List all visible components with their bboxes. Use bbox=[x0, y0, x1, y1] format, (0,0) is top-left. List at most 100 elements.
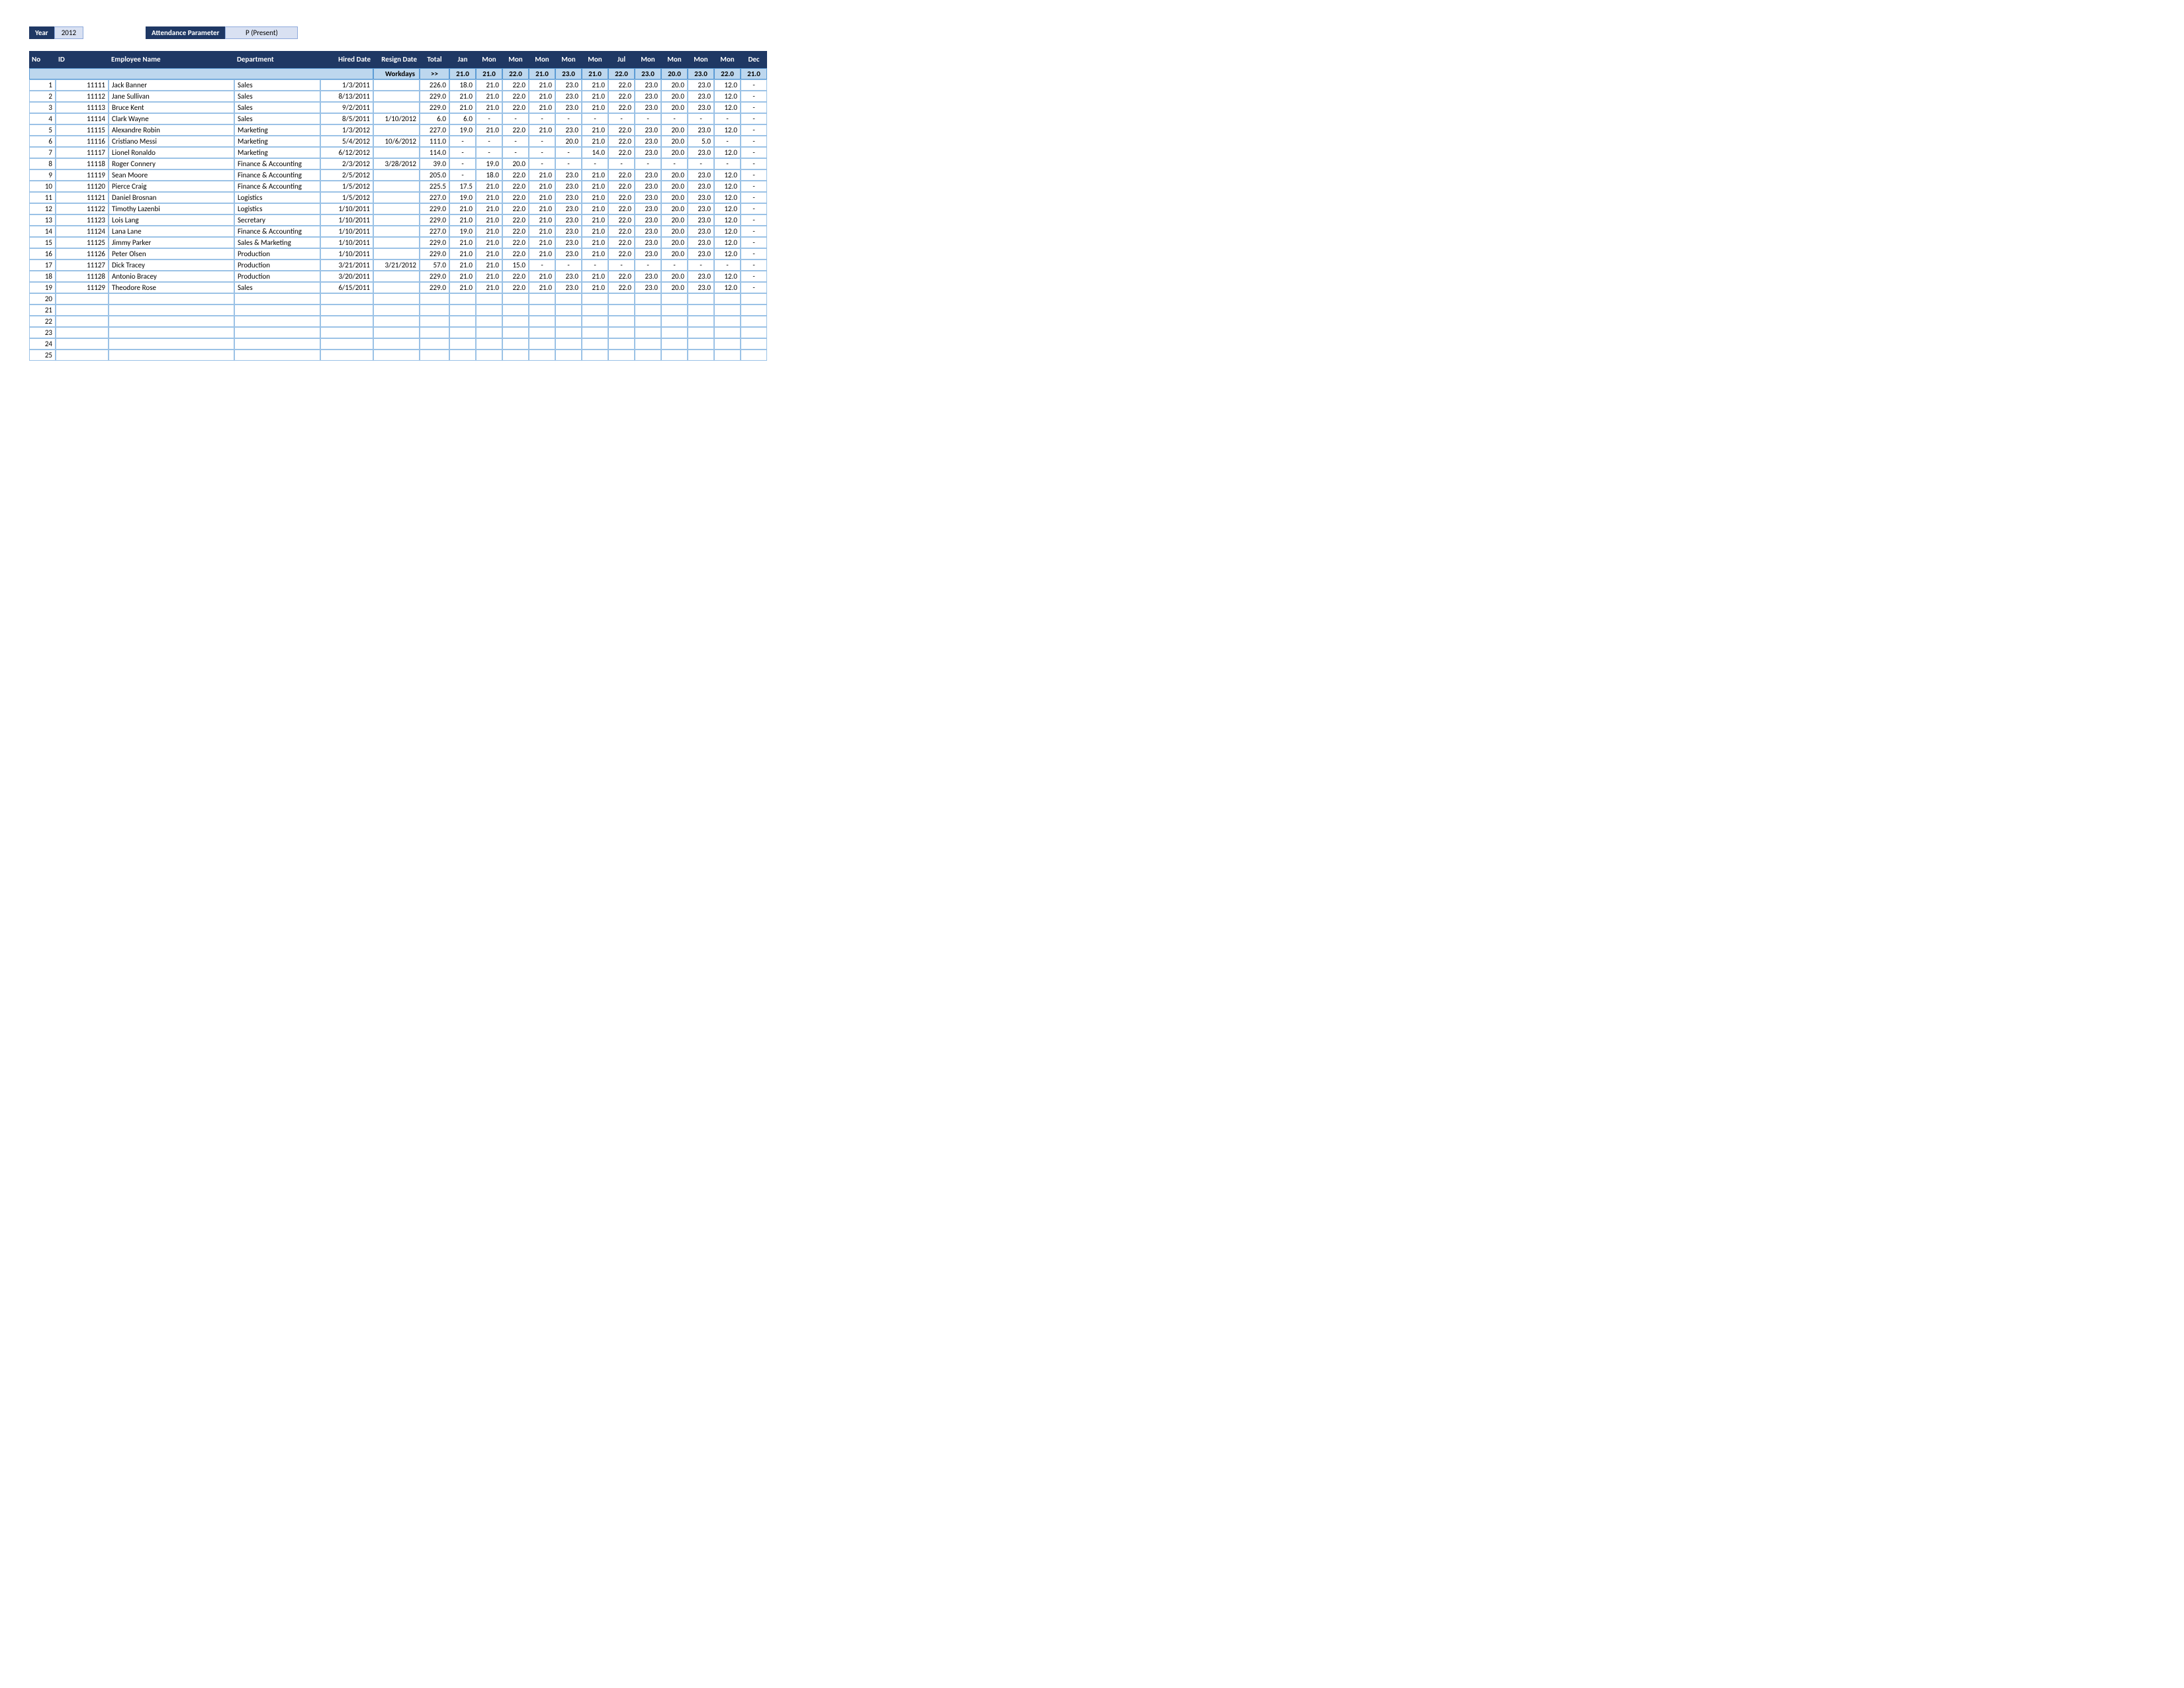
cell-empty[interactable] bbox=[582, 338, 608, 350]
col-month[interactable]: Mon bbox=[582, 51, 608, 68]
cell-empty[interactable] bbox=[56, 293, 109, 305]
cell-no[interactable]: 12 bbox=[29, 203, 56, 214]
cell-month[interactable]: - bbox=[529, 158, 555, 169]
cell-dept[interactable]: Sales bbox=[234, 102, 320, 113]
cell-no[interactable]: 7 bbox=[29, 147, 56, 158]
cell-month[interactable]: - bbox=[582, 259, 608, 271]
cell-month[interactable]: 22.0 bbox=[608, 214, 635, 226]
cell-month[interactable]: 21.0 bbox=[582, 226, 608, 237]
cell-empty[interactable] bbox=[635, 327, 661, 338]
cell-id[interactable]: 11115 bbox=[56, 124, 109, 136]
cell-name[interactable]: Pierce Craig bbox=[109, 181, 234, 192]
cell-id[interactable]: 11128 bbox=[56, 271, 109, 282]
cell-month[interactable]: 20.0 bbox=[661, 124, 688, 136]
cell-dept[interactable]: Production bbox=[234, 271, 320, 282]
cell-month[interactable]: - bbox=[688, 113, 714, 124]
cell-empty[interactable] bbox=[661, 338, 688, 350]
cell-empty[interactable] bbox=[476, 316, 502, 327]
cell-month[interactable]: 23.0 bbox=[635, 237, 661, 248]
cell-no[interactable]: 9 bbox=[29, 169, 56, 181]
cell-month[interactable]: 12.0 bbox=[714, 248, 741, 259]
cell-month[interactable]: 19.0 bbox=[449, 226, 476, 237]
cell-month[interactable]: 6.0 bbox=[449, 113, 476, 124]
cell-month[interactable]: - bbox=[555, 147, 582, 158]
cell-empty[interactable] bbox=[529, 293, 555, 305]
cell-month[interactable]: - bbox=[476, 136, 502, 147]
cell-month[interactable]: 22.0 bbox=[502, 79, 529, 91]
cell-month[interactable]: 23.0 bbox=[555, 124, 582, 136]
cell-name[interactable]: Lois Lang bbox=[109, 214, 234, 226]
cell-month[interactable]: 23.0 bbox=[688, 79, 714, 91]
cell-empty[interactable] bbox=[502, 350, 529, 361]
cell-month[interactable]: - bbox=[529, 136, 555, 147]
cell-month[interactable]: 22.0 bbox=[608, 271, 635, 282]
cell-no[interactable]: 10 bbox=[29, 181, 56, 192]
cell-empty[interactable] bbox=[109, 293, 234, 305]
cell-empty[interactable] bbox=[502, 316, 529, 327]
table-row[interactable]: 23 bbox=[29, 327, 767, 338]
cell-hired[interactable]: 9/2/2011 bbox=[320, 102, 373, 113]
cell-month[interactable]: 20.0 bbox=[661, 147, 688, 158]
cell-id[interactable]: 11127 bbox=[56, 259, 109, 271]
cell-dept[interactable]: Sales bbox=[234, 113, 320, 124]
cell-month[interactable]: 20.0 bbox=[661, 271, 688, 282]
cell-empty[interactable] bbox=[529, 338, 555, 350]
cell-empty[interactable] bbox=[661, 327, 688, 338]
cell-month[interactable]: 19.0 bbox=[449, 124, 476, 136]
cell-empty[interactable] bbox=[109, 327, 234, 338]
cell-month[interactable]: - bbox=[476, 147, 502, 158]
cell-name[interactable]: Roger Connery bbox=[109, 158, 234, 169]
cell-month[interactable]: 12.0 bbox=[714, 91, 741, 102]
cell-name[interactable]: Clark Wayne bbox=[109, 113, 234, 124]
cell-no[interactable]: 8 bbox=[29, 158, 56, 169]
cell-month[interactable]: 20.0 bbox=[661, 226, 688, 237]
table-row[interactable]: 1811128Antonio BraceyProduction3/20/2011… bbox=[29, 271, 767, 282]
table-row[interactable]: 711117Lionel RonaldoMarketing6/12/201211… bbox=[29, 147, 767, 158]
cell-month[interactable]: 22.0 bbox=[608, 91, 635, 102]
table-row[interactable]: 1911129Theodore RoseSales6/15/2011229.02… bbox=[29, 282, 767, 293]
table-row[interactable]: 1511125Jimmy ParkerSales & Marketing1/10… bbox=[29, 237, 767, 248]
cell-no[interactable]: 13 bbox=[29, 214, 56, 226]
cell-month[interactable]: - bbox=[608, 259, 635, 271]
cell-month[interactable]: - bbox=[661, 259, 688, 271]
cell-id[interactable]: 11129 bbox=[56, 282, 109, 293]
cell-month[interactable]: - bbox=[741, 237, 767, 248]
cell-empty[interactable] bbox=[555, 338, 582, 350]
cell-month[interactable]: 22.0 bbox=[608, 248, 635, 259]
cell-empty[interactable] bbox=[476, 350, 502, 361]
cell-no[interactable]: 20 bbox=[29, 293, 56, 305]
cell-month[interactable]: 21.0 bbox=[449, 259, 476, 271]
cell-month[interactable]: - bbox=[529, 147, 555, 158]
cell-month[interactable]: 23.0 bbox=[555, 282, 582, 293]
cell-empty[interactable] bbox=[635, 338, 661, 350]
cell-id[interactable]: 11126 bbox=[56, 248, 109, 259]
cell-month[interactable]: 12.0 bbox=[714, 271, 741, 282]
cell-empty[interactable] bbox=[608, 350, 635, 361]
cell-month[interactable]: 23.0 bbox=[688, 124, 714, 136]
cell-month[interactable]: 21.0 bbox=[476, 237, 502, 248]
cell-month[interactable]: 21.0 bbox=[582, 181, 608, 192]
cell-month[interactable]: 20.0 bbox=[661, 91, 688, 102]
cell-empty[interactable] bbox=[741, 316, 767, 327]
cell-empty[interactable] bbox=[373, 316, 420, 327]
cell-month[interactable]: 21.0 bbox=[529, 226, 555, 237]
cell-resign[interactable] bbox=[373, 79, 420, 91]
cell-name[interactable]: Sean Moore bbox=[109, 169, 234, 181]
cell-empty[interactable] bbox=[714, 305, 741, 316]
table-row[interactable]: 1311123Lois LangSecretary1/10/2011229.02… bbox=[29, 214, 767, 226]
cell-month[interactable]: - bbox=[714, 136, 741, 147]
cell-empty[interactable] bbox=[635, 293, 661, 305]
cell-hired[interactable]: 6/15/2011 bbox=[320, 282, 373, 293]
cell-month[interactable]: 23.0 bbox=[635, 226, 661, 237]
cell-month[interactable]: 21.0 bbox=[476, 203, 502, 214]
table-row[interactable]: 1211122Timothy LazenbiLogistics1/10/2011… bbox=[29, 203, 767, 214]
cell-total[interactable]: 229.0 bbox=[420, 102, 449, 113]
cell-empty[interactable] bbox=[608, 327, 635, 338]
cell-month[interactable]: - bbox=[582, 113, 608, 124]
cell-month[interactable]: 21.0 bbox=[529, 271, 555, 282]
cell-empty[interactable] bbox=[449, 338, 476, 350]
cell-month[interactable]: 21.0 bbox=[582, 169, 608, 181]
cell-total[interactable]: 57.0 bbox=[420, 259, 449, 271]
cell-month[interactable]: 23.0 bbox=[688, 248, 714, 259]
cell-month[interactable]: 23.0 bbox=[555, 169, 582, 181]
